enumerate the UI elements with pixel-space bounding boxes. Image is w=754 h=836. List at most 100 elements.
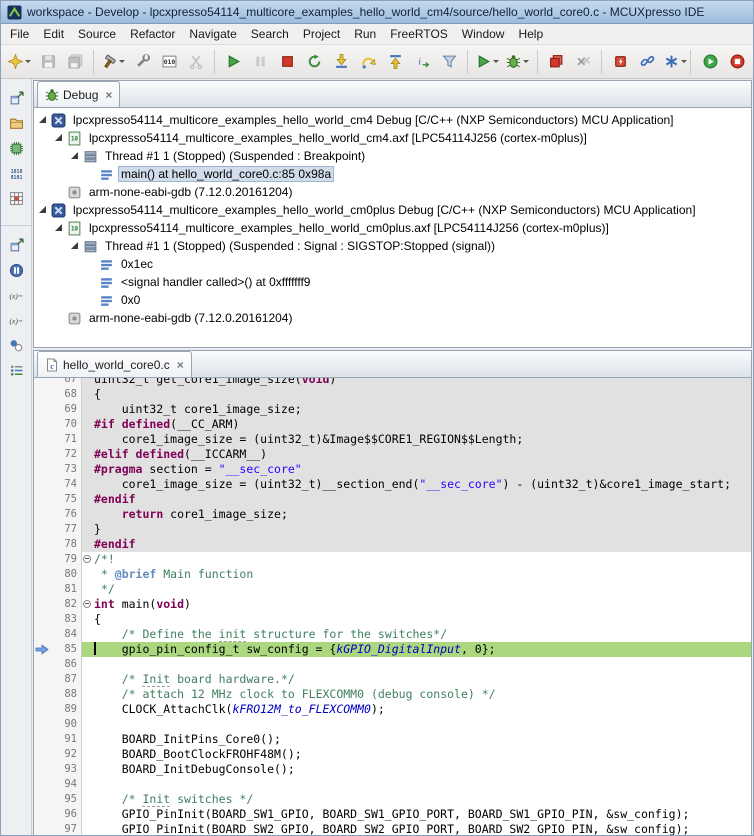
close-icon[interactable]: ×: [105, 89, 112, 101]
build-button[interactable]: [99, 50, 128, 74]
annotation-ruler[interactable]: [34, 792, 51, 807]
build-config-button[interactable]: [129, 50, 155, 74]
annotation-ruler[interactable]: [34, 582, 51, 597]
annotation-ruler[interactable]: [34, 447, 51, 462]
debug-button[interactable]: [503, 50, 532, 74]
annotation-ruler[interactable]: [34, 492, 51, 507]
annotation-ruler[interactable]: [34, 552, 51, 567]
menu-run[interactable]: Run: [347, 25, 383, 43]
fold-collapse-icon[interactable]: [82, 597, 94, 612]
menu-search[interactable]: Search: [244, 25, 296, 43]
code-text[interactable]: uint32_t core1_image_size;: [94, 402, 302, 417]
tree-node-debug-session-cm0plus[interactable]: lpcxpresso54114_multicore_examples_hello…: [34, 201, 751, 219]
annotation-ruler[interactable]: [34, 507, 51, 522]
annotation-ruler[interactable]: [34, 597, 51, 612]
annotation-ruler[interactable]: [34, 567, 51, 582]
menu-window[interactable]: Window: [455, 25, 512, 43]
annotation-ruler[interactable]: [34, 477, 51, 492]
tree-node-stack-frame-0x0[interactable]: 0x0: [34, 291, 751, 309]
annotation-ruler[interactable]: [34, 732, 51, 747]
code-text[interactable]: /* Define the init structure for the swi…: [94, 627, 447, 642]
remove-terminated-button[interactable]: [570, 50, 596, 74]
peripherals-view-button[interactable]: [5, 137, 27, 159]
code-text[interactable]: gpio_pin_config_t sw_config = {kGPIO_Dig…: [94, 642, 496, 657]
annotation-ruler[interactable]: [34, 657, 51, 672]
code-text[interactable]: core1_image_size = (uint32_t)&Image$$COR…: [94, 432, 523, 447]
annotation-ruler[interactable]: [34, 747, 51, 762]
annotation-ruler[interactable]: [34, 432, 51, 447]
code-text[interactable]: return core1_image_size;: [94, 507, 288, 522]
restart-button[interactable]: [301, 50, 327, 74]
outline-view-button[interactable]: [5, 359, 27, 381]
menu-help[interactable]: Help: [511, 25, 550, 43]
tab-hello-world-core0-c[interactable]: c hello_world_core0.c ×: [37, 351, 192, 377]
registers-view-button[interactable]: 10100101: [5, 162, 27, 184]
menu-navigate[interactable]: Navigate: [182, 25, 243, 43]
annotation-ruler[interactable]: [34, 537, 51, 552]
connect-button[interactable]: [634, 50, 660, 74]
menu-edit[interactable]: Edit: [36, 25, 71, 43]
step-into-button[interactable]: [328, 50, 354, 74]
code-text[interactable]: /*!: [94, 552, 115, 567]
code-text[interactable]: /* Init board hardware.*/: [94, 672, 295, 687]
binary-utilities-button[interactable]: 010: [156, 50, 182, 74]
code-text[interactable]: }: [94, 522, 101, 537]
code-text[interactable]: core1_image_size = (uint32_t)__section_e…: [94, 477, 731, 492]
annotation-ruler[interactable]: [34, 462, 51, 477]
code-text[interactable]: /* Init switches */: [94, 792, 253, 807]
expander-icon[interactable]: [54, 133, 64, 143]
annotation-ruler[interactable]: [34, 402, 51, 417]
tab-debug-view[interactable]: Debug ×: [37, 81, 120, 107]
annotation-ruler[interactable]: [34, 687, 51, 702]
step-over-button[interactable]: [355, 50, 381, 74]
cut-button[interactable]: [183, 50, 209, 74]
code-text[interactable]: #elif defined(__ICCARM__): [94, 447, 267, 462]
annotation-ruler[interactable]: [34, 777, 51, 792]
faults-view-button[interactable]: [5, 187, 27, 209]
menu-freertos[interactable]: FreeRTOS: [383, 25, 455, 43]
code-text[interactable]: {: [94, 387, 101, 402]
menu-file[interactable]: File: [3, 25, 36, 43]
step-return-button[interactable]: [382, 50, 408, 74]
code-text[interactable]: uint32_t get_core1_image_size(void): [94, 378, 336, 387]
code-text[interactable]: GPIO_PinInit(BOARD_SW1_GPIO, BOARD_SW1_G…: [94, 807, 689, 822]
tree-node-stack-frame-0x1ec[interactable]: 0x1ec: [34, 255, 751, 273]
restore-views-button-2[interactable]: [5, 234, 27, 256]
expander-icon[interactable]: [38, 205, 48, 215]
breakpoints-view-button[interactable]: [5, 334, 27, 356]
code-text[interactable]: int main(void): [94, 597, 191, 612]
tree-node-executable-cm4-axf[interactable]: 10lpcxpresso54114_multicore_examples_hel…: [34, 129, 751, 147]
fold-collapse-icon[interactable]: [82, 552, 94, 567]
annotation-ruler[interactable]: [34, 612, 51, 627]
expressions-view-button[interactable]: (x)=: [5, 309, 27, 331]
annotation-ruler[interactable]: [34, 378, 51, 387]
expander-icon[interactable]: [70, 241, 80, 251]
code-text[interactable]: BOARD_InitPins_Core0();: [94, 732, 281, 747]
annotation-ruler[interactable]: [34, 717, 51, 732]
code-text[interactable]: GPIO_PinInit(BOARD_SW2_GPIO, BOARD_SW2_G…: [94, 822, 689, 836]
menu-refactor[interactable]: Refactor: [123, 25, 182, 43]
project-explorer-view-button[interactable]: [5, 112, 27, 134]
terminate-button[interactable]: [274, 50, 300, 74]
save-button[interactable]: [35, 50, 61, 74]
variables-view-button[interactable]: (x)=: [5, 284, 27, 306]
tree-node-gdb-cm4[interactable]: arm-none-eabi-gdb (7.12.0.20161204): [34, 183, 751, 201]
close-icon[interactable]: ×: [177, 359, 184, 371]
tree-node-thread-cm4[interactable]: Thread #1 1 (Stopped) (Suspended : Break…: [34, 147, 751, 165]
expander-icon[interactable]: [54, 223, 64, 233]
step-filters-button[interactable]: [436, 50, 462, 74]
flash-download-button[interactable]: [607, 50, 633, 74]
tree-node-stack-frame-signal-handler[interactable]: <signal handler called>() at 0xfffffff9: [34, 273, 751, 291]
menu-project[interactable]: Project: [296, 25, 347, 43]
save-all-button[interactable]: [62, 50, 88, 74]
new-wizard-button[interactable]: [5, 50, 34, 74]
menu-source[interactable]: Source: [71, 25, 123, 43]
code-text[interactable]: /* attach 12 MHz clock to FLEXCOMM0 (deb…: [94, 687, 496, 702]
code-text[interactable]: */: [94, 582, 115, 597]
run-button[interactable]: [473, 50, 502, 74]
code-text[interactable]: #if defined(__CC_ARM): [94, 417, 239, 432]
expander-icon[interactable]: [70, 151, 80, 161]
code-text[interactable]: {: [94, 612, 101, 627]
suspend-view-button[interactable]: [5, 259, 27, 281]
instruction-stepping-button[interactable]: i: [409, 50, 435, 74]
